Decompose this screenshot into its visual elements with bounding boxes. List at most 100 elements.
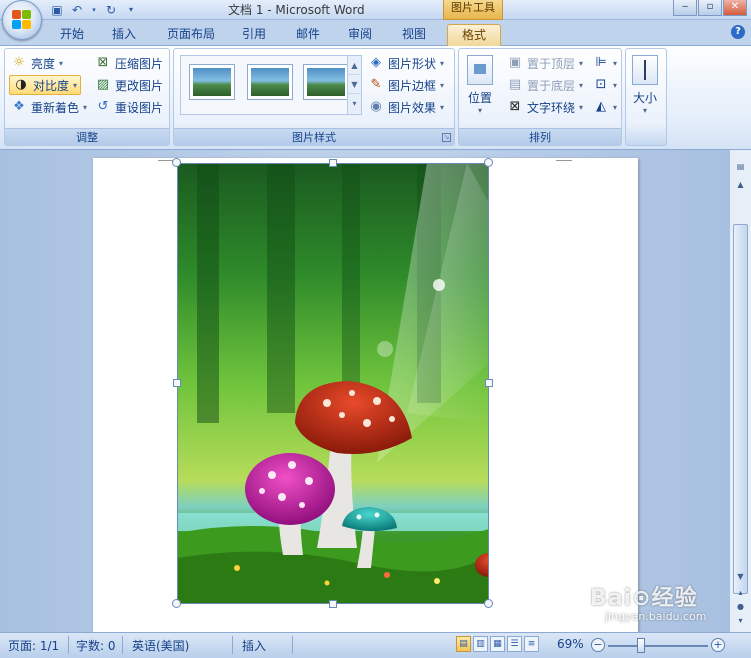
tab-home[interactable]: 开始 bbox=[52, 24, 92, 46]
change-picture-label: 更改图片 bbox=[115, 78, 164, 93]
group-objects-button[interactable]: ⊡ ▾ bbox=[593, 75, 617, 95]
full-screen-reading-icon[interactable]: ▥ bbox=[473, 636, 488, 652]
picture-border-button[interactable]: ✎ 图片边框 ▾ bbox=[368, 75, 444, 95]
send-back-label: 置于底层 bbox=[527, 78, 576, 93]
gallery-more-icon[interactable]: ▾ bbox=[348, 94, 361, 113]
size-button[interactable]: 大小 ▾ bbox=[632, 55, 658, 115]
resize-handle[interactable] bbox=[172, 158, 181, 167]
tab-view[interactable]: 视图 bbox=[394, 24, 434, 46]
text-wrap-button[interactable]: ⊠ 文字环绕 ▾ bbox=[507, 97, 583, 117]
dialog-launcher-icon[interactable]: ↘ bbox=[442, 133, 451, 142]
page-count[interactable]: 页面: 1/1 bbox=[8, 637, 59, 654]
insert-mode[interactable]: 插入 bbox=[242, 637, 266, 654]
gallery-up-icon[interactable]: ▲ bbox=[348, 56, 361, 75]
recolor-button[interactable]: ❖ 重新着色 ▾ bbox=[11, 97, 87, 117]
picture-effects-button[interactable]: ◉ 图片效果 ▾ bbox=[368, 97, 444, 117]
resize-handle[interactable] bbox=[172, 599, 181, 608]
maximize-icon[interactable]: ▫ bbox=[698, 0, 722, 16]
baidu-watermark-url: jingyan.baidu.com bbox=[605, 610, 707, 623]
ribbon-tab-row: 开始 插入 页面布局 引用 邮件 审阅 视图 格式 ? bbox=[0, 20, 751, 46]
close-icon[interactable]: ✕ bbox=[723, 0, 747, 16]
picture-shape-button[interactable]: ◈ 图片形状 ▾ bbox=[368, 53, 444, 73]
inserted-picture[interactable] bbox=[177, 163, 489, 604]
picture-effects-label: 图片效果 bbox=[388, 100, 437, 115]
previous-page-icon[interactable]: ▴ bbox=[733, 586, 748, 600]
scroll-up-icon[interactable]: ▲ bbox=[733, 178, 748, 192]
brightness-button[interactable]: ☼ 亮度 ▾ bbox=[11, 53, 63, 73]
contrast-icon: ◑ bbox=[15, 77, 27, 92]
dropdown-arrow-icon: ▾ bbox=[477, 106, 482, 115]
text-wrap-icon: ⊠ bbox=[509, 99, 521, 114]
word-count[interactable]: 字数: 0 bbox=[76, 637, 116, 654]
scrollbar-thumb[interactable] bbox=[733, 224, 748, 594]
reset-picture-icon: ↺ bbox=[97, 99, 109, 114]
align-button[interactable]: ⊫ ▾ bbox=[593, 53, 617, 73]
size-label: 大小 bbox=[632, 91, 657, 105]
undo-dropdown-icon[interactable]: ▾ bbox=[90, 3, 98, 17]
vertical-scrollbar[interactable]: ▤ ▲ ▼ ▴ ● ▾ bbox=[729, 150, 751, 632]
dropdown-arrow-icon: ▾ bbox=[73, 80, 78, 90]
zoom-slider[interactable] bbox=[608, 645, 708, 647]
view-buttons: ▤ ▥ ▦ ☰ ≡ bbox=[456, 636, 539, 652]
ruler-toggle-icon[interactable]: ▤ bbox=[733, 160, 748, 174]
tab-references[interactable]: 引用 bbox=[234, 24, 274, 46]
dropdown-arrow-icon: ▾ bbox=[579, 80, 584, 90]
print-layout-icon[interactable]: ▤ bbox=[456, 636, 471, 652]
tab-format[interactable]: 格式 bbox=[447, 24, 501, 46]
status-divider bbox=[292, 636, 293, 654]
rotate-button[interactable]: ◭ ▾ bbox=[593, 97, 617, 117]
dropdown-arrow-icon: ▾ bbox=[59, 58, 64, 68]
gallery-down-icon[interactable]: ▼ bbox=[348, 75, 361, 94]
picture-style-thumb[interactable] bbox=[247, 64, 293, 100]
crop-mark bbox=[556, 160, 572, 161]
sun-icon: ☼ bbox=[13, 55, 25, 70]
resize-handle[interactable] bbox=[173, 379, 181, 387]
tab-mailings[interactable]: 邮件 bbox=[288, 24, 328, 46]
customize-qat-icon[interactable]: ▾ bbox=[124, 3, 138, 17]
group-label-picture-styles: 图片样式 bbox=[174, 128, 454, 145]
title-bar: ▣ ↶ ▾ ↻ ▾ 文档 1 - Microsoft Word 图片工具 ‒ ▫… bbox=[0, 0, 751, 20]
tab-insert[interactable]: 插入 bbox=[104, 24, 144, 46]
redo-icon[interactable]: ↻ bbox=[104, 3, 118, 17]
window-controls: ‒ ▫ ✕ bbox=[673, 0, 747, 16]
position-button[interactable]: 位置 ▾ bbox=[467, 55, 493, 115]
draft-icon[interactable]: ≡ bbox=[524, 636, 539, 652]
save-icon[interactable]: ▣ bbox=[50, 3, 64, 17]
zoom-in-icon[interactable]: + bbox=[711, 638, 725, 652]
reset-picture-button[interactable]: ↺ 重设图片 bbox=[95, 97, 163, 117]
resize-handle[interactable] bbox=[485, 379, 493, 387]
minimize-icon[interactable]: ‒ bbox=[673, 0, 697, 16]
size-icon bbox=[632, 55, 658, 85]
contrast-button[interactable]: ◑ 对比度 ▾ bbox=[9, 75, 82, 95]
zoom-slider-knob[interactable] bbox=[637, 638, 645, 653]
resize-handle[interactable] bbox=[484, 599, 493, 608]
scroll-down-icon[interactable]: ▼ bbox=[733, 570, 748, 584]
send-to-back-button[interactable]: ▤ 置于底层 ▾ bbox=[507, 75, 583, 95]
next-page-icon[interactable]: ▾ bbox=[733, 614, 748, 628]
zoom-level[interactable]: 69% bbox=[557, 637, 584, 651]
browse-object-icon[interactable]: ● bbox=[733, 600, 748, 614]
tab-review[interactable]: 审阅 bbox=[340, 24, 380, 46]
resize-handle[interactable] bbox=[484, 158, 493, 167]
picture-style-thumb[interactable] bbox=[189, 64, 235, 100]
undo-icon[interactable]: ↶ bbox=[70, 3, 84, 17]
dropdown-arrow-icon: ▾ bbox=[83, 102, 88, 112]
resize-handle[interactable] bbox=[329, 159, 337, 167]
tab-page-layout[interactable]: 页面布局 bbox=[160, 24, 222, 46]
effects-icon: ◉ bbox=[370, 99, 382, 114]
dropdown-arrow-icon: ▾ bbox=[579, 102, 584, 112]
picture-style-thumb[interactable] bbox=[303, 64, 349, 100]
brightness-label: 亮度 bbox=[31, 56, 56, 71]
web-layout-icon[interactable]: ▦ bbox=[490, 636, 505, 652]
resize-handle[interactable] bbox=[329, 600, 337, 608]
compress-icon: ⊠ bbox=[97, 55, 109, 70]
outline-icon[interactable]: ☰ bbox=[507, 636, 522, 652]
compress-pictures-button[interactable]: ⊠ 压缩图片 bbox=[95, 53, 163, 73]
language-indicator[interactable]: 英语(美国) bbox=[132, 637, 189, 654]
bring-to-front-button[interactable]: ▣ 置于顶层 ▾ bbox=[507, 53, 583, 73]
help-icon[interactable]: ? bbox=[731, 25, 745, 39]
change-picture-button[interactable]: ▨ 更改图片 bbox=[95, 75, 163, 95]
office-button[interactable] bbox=[2, 0, 42, 40]
zoom-out-icon[interactable]: − bbox=[591, 638, 605, 652]
picture-tools-context-label: 图片工具 bbox=[443, 0, 503, 20]
